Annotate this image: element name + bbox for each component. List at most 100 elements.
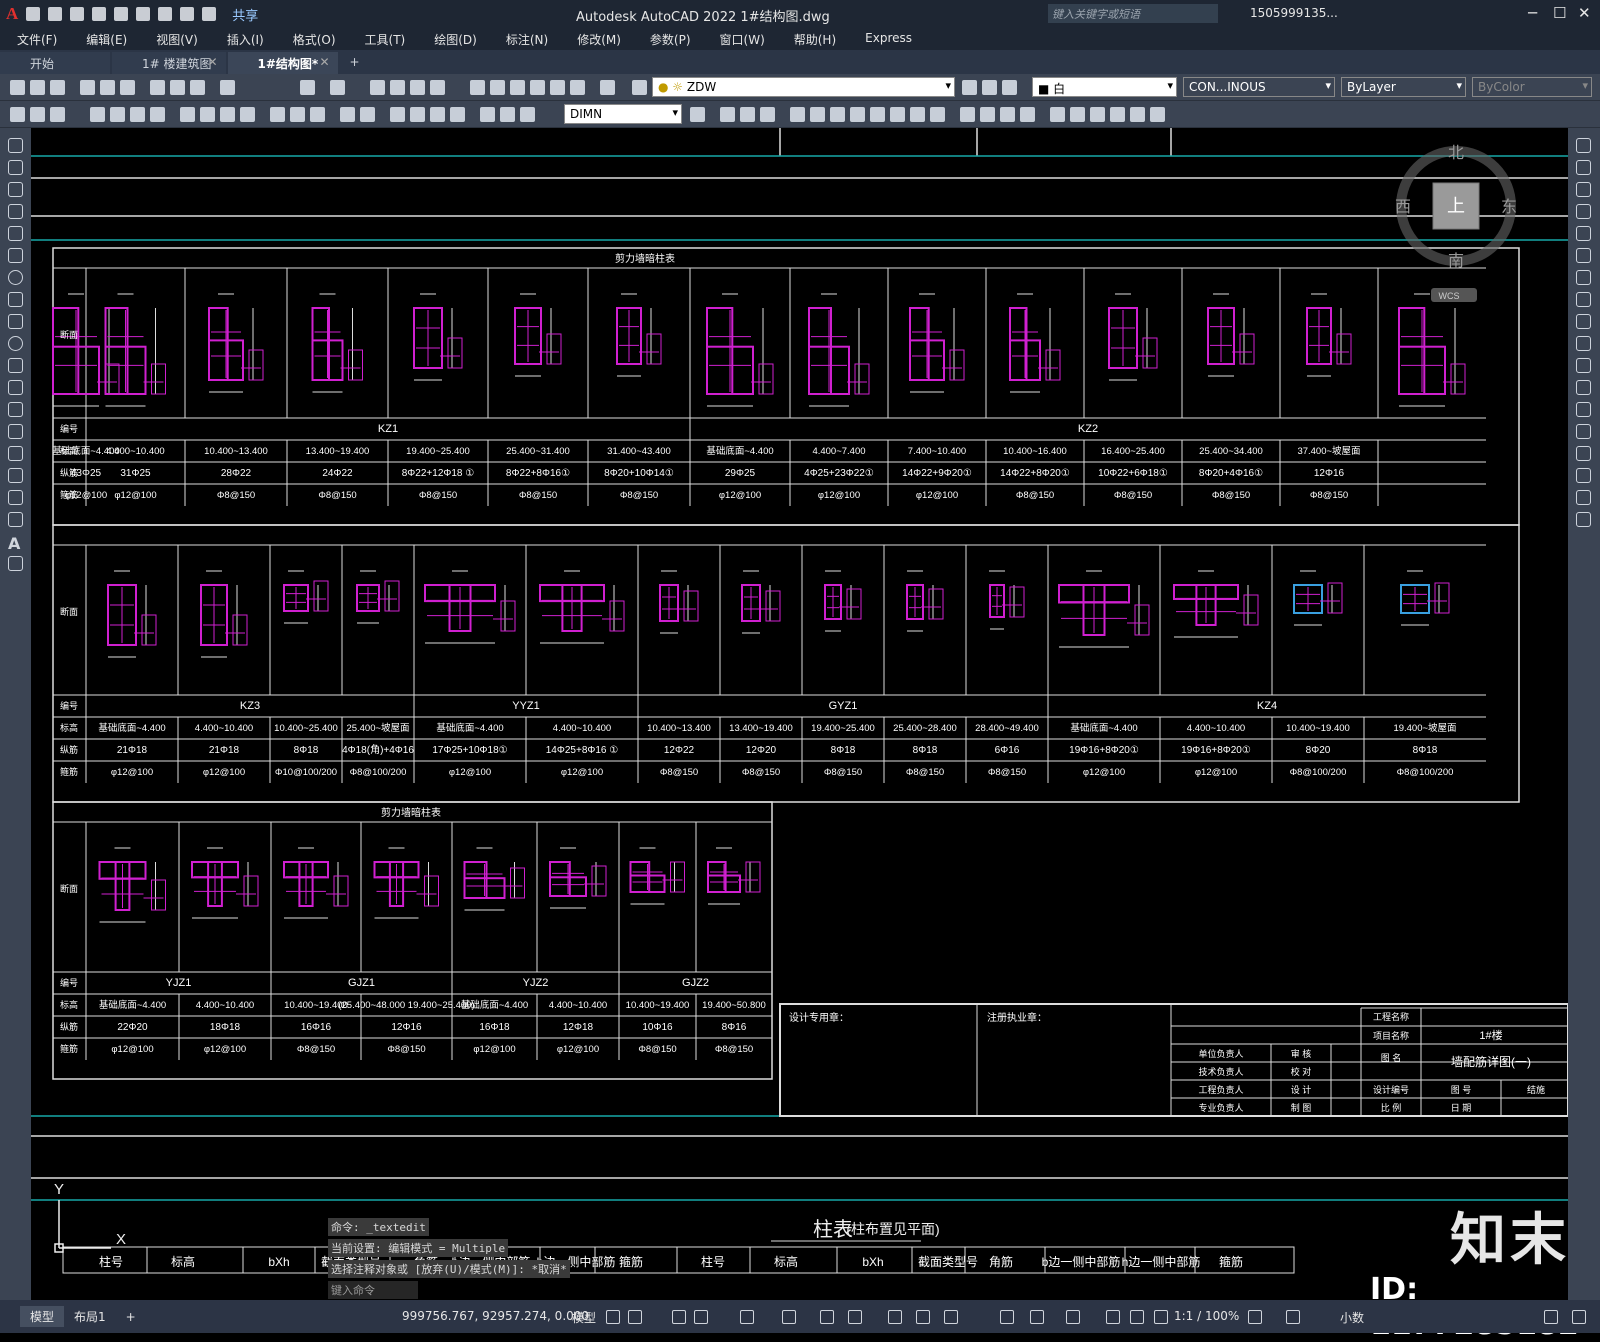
clean-screen-icon[interactable] [1544,1310,1558,1324]
aligned-dim-icon[interactable] [110,107,125,122]
table-icon[interactable] [8,512,23,527]
undo-icon[interactable] [300,80,315,95]
break-icon[interactable] [1576,402,1591,417]
circle-icon[interactable] [8,270,23,285]
new-tab-button[interactable]: + [340,52,374,74]
plot-icon[interactable] [158,7,173,21]
modify-tool-13-icon[interactable] [980,107,995,122]
model-space-toggle[interactable]: 模型 [572,1309,596,1326]
grid-icon[interactable] [606,1310,620,1324]
share-button[interactable]: 共享 [232,5,258,24]
layer-state-icon[interactable] [1002,80,1017,95]
user-account[interactable]: 1505999135... [1250,6,1338,20]
tool-palettes-icon[interactable] [510,80,525,95]
menu-format[interactable]: 格式(O) [276,28,348,50]
explode-icon[interactable] [1576,512,1591,527]
close-icon[interactable]: ✕ [1578,4,1591,22]
selection-cycling-icon[interactable] [944,1310,958,1324]
compass-west[interactable]: 西 [1395,199,1411,216]
zoom-previous-icon[interactable] [430,80,445,95]
undo-icon[interactable] [180,7,195,21]
tab-start[interactable]: 开始 [0,52,110,74]
line-icon[interactable] [8,138,23,153]
chamfer-icon[interactable] [1576,446,1591,461]
menu-insert[interactable]: 插入(I) [210,28,276,50]
object-snap-tracking-icon[interactable] [820,1310,834,1324]
pan-icon[interactable] [370,80,385,95]
paste-icon[interactable] [190,80,205,95]
offset-icon[interactable] [1576,204,1591,219]
gradient-icon[interactable] [8,468,23,483]
annotation-visibility-icon[interactable] [1106,1310,1120,1324]
copy-object-icon[interactable] [1576,160,1591,175]
help-icon[interactable] [600,80,615,95]
spline-icon[interactable] [8,314,23,329]
angular-dim-icon[interactable] [240,107,255,122]
modify-tool-20-icon[interactable] [1130,107,1145,122]
text-icon[interactable] [30,107,45,122]
rectangle-icon[interactable] [8,226,23,241]
modify-tool-7-icon[interactable] [850,107,865,122]
draw-order-icon[interactable] [10,107,25,122]
lineweight-icon[interactable] [888,1310,902,1324]
modify-tool-4-icon[interactable] [790,107,805,122]
modify-tool-15-icon[interactable] [1020,107,1035,122]
tab-architecture-drawing[interactable]: 1# 楼建筑图 ✕ [112,52,226,74]
revision-cloud-icon[interactable] [8,292,23,307]
region-icon[interactable] [8,490,23,505]
arc-icon[interactable] [8,248,23,263]
modify-tool-14-icon[interactable] [1000,107,1015,122]
modify-tool-2-icon[interactable] [740,107,755,122]
plot-icon[interactable] [80,80,95,95]
modify-tool-9-icon[interactable] [890,107,905,122]
modify-tool-11-icon[interactable] [930,107,945,122]
color-dropdown[interactable]: ■ 白 [1032,77,1177,97]
preview-icon[interactable] [100,80,115,95]
trim-icon[interactable] [1576,336,1591,351]
blend-curves-icon[interactable] [1576,490,1591,505]
close-tab-icon[interactable]: ✕ [207,55,217,69]
customization-icon[interactable] [1572,1310,1586,1324]
point-icon[interactable] [8,424,23,439]
multileader-icon[interactable] [50,107,65,122]
construction-line-icon[interactable] [8,160,23,175]
tab-model[interactable]: 模型 [20,1306,65,1327]
baseline-dim-icon[interactable] [290,107,305,122]
ortho-icon[interactable] [694,1310,708,1324]
transparency-icon[interactable] [916,1310,930,1324]
layer-previous-icon[interactable] [982,80,997,95]
layer-properties-icon[interactable] [632,80,647,95]
open-web-icon[interactable] [114,7,129,21]
quickcalc-icon[interactable] [570,80,585,95]
menu-file[interactable]: 文件(F) [0,28,69,50]
annotation-monitor-icon[interactable] [1000,1310,1014,1324]
jogged-linear-icon[interactable] [450,107,465,122]
isodraft-icon[interactable] [782,1310,796,1324]
modify-tool-5-icon[interactable] [810,107,825,122]
center-mark-icon[interactable] [410,107,425,122]
save-web-icon[interactable] [136,7,151,21]
search-input[interactable]: 键入关键字或短语 [1048,4,1218,23]
viewcube[interactable]: 上 北 南 东 西 WCS [1395,144,1517,302]
menu-dimension[interactable]: 标注(N) [489,28,560,50]
menu-express[interactable]: Express [848,28,924,50]
redo-icon[interactable] [202,7,217,21]
sheet-set-icon[interactable] [530,80,545,95]
drawing-canvas[interactable]: 剪力墙暗柱表 断面 编号 标高 纵筋 箍筋 基础底面~4.400 43Φ25 φ12@100 4… [31,128,1568,1300]
modify-tool-21-icon[interactable] [1150,107,1165,122]
rotate-icon[interactable] [1576,270,1591,285]
open-file-icon[interactable] [48,7,63,21]
ellipse-icon[interactable] [8,336,23,351]
menu-window[interactable]: 窗口(W) [703,28,777,50]
arc-length-icon[interactable] [130,107,145,122]
infer-constraints-icon[interactable] [672,1310,686,1324]
scale-icon[interactable] [1576,292,1591,307]
new-file-icon[interactable] [26,7,41,21]
fillet-icon[interactable] [1576,468,1591,483]
array-icon[interactable] [1576,226,1591,241]
gizmo-icon[interactable] [1066,1310,1080,1324]
copy-icon[interactable] [170,80,185,95]
save-icon[interactable] [70,7,85,21]
stretch-icon[interactable] [1576,314,1591,329]
dim-update-icon[interactable] [520,107,535,122]
